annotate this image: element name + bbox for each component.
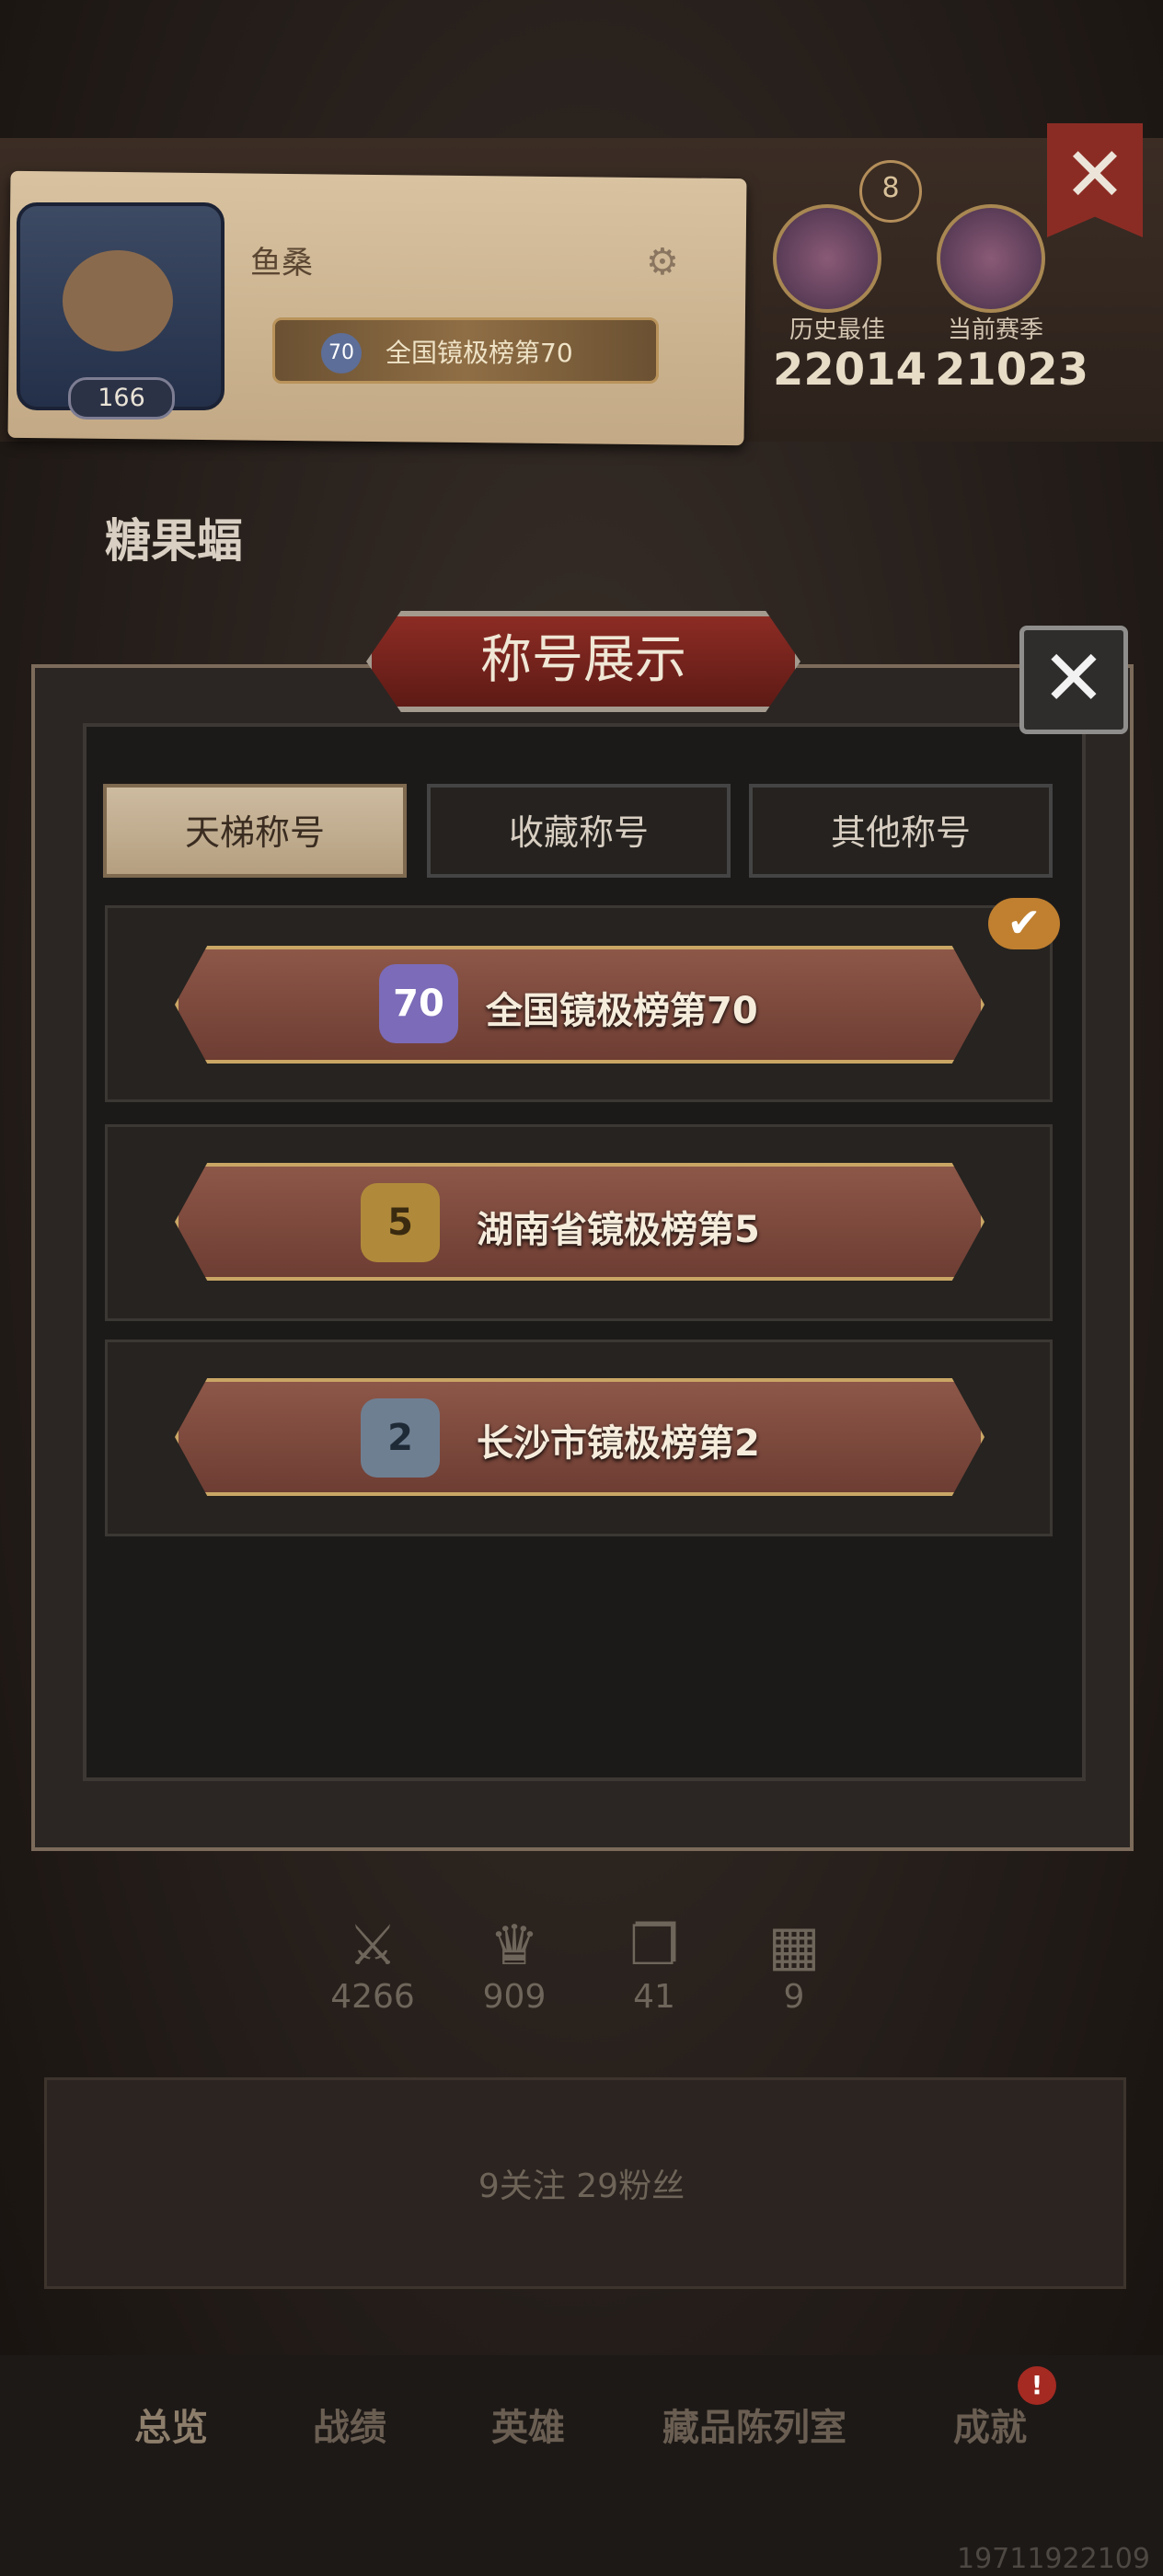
avatar-face (63, 250, 173, 351)
season-label: 当前赛季 (948, 316, 1044, 344)
tab-other-titles[interactable]: 其他称号 (749, 784, 1053, 878)
notification-badge: ! (1018, 2366, 1056, 2405)
title-text: 全国镜极榜第70 (486, 990, 758, 1032)
stat-value: 41 (633, 1978, 675, 2016)
user-id: 19711922109 (957, 2543, 1150, 2575)
modal-title: 称号展示 (366, 611, 800, 712)
crown-icon: ♛ (489, 1914, 539, 1978)
stat-value: 909 (482, 1978, 547, 2016)
stat-wins: ♛ 909 (455, 1914, 574, 2016)
rank-medal-icon: 2 (361, 1398, 440, 1478)
stat-battles: ⚔ 4266 (313, 1914, 432, 2016)
tab-ladder-titles[interactable]: 天梯称号 (103, 784, 407, 878)
stat-value: 4266 (330, 1978, 415, 2016)
nav-achievements[interactable]: 成就 (953, 2398, 1027, 2451)
equipped-title-badge[interactable]: 70 全国镜极榜第70 (272, 317, 659, 384)
stat-boards: ▦ 9 (734, 1914, 854, 2016)
gear-icon[interactable]: ⚙ (646, 241, 679, 283)
rank-tier-badge: 8 (859, 160, 922, 223)
title-text: 湖南省镜极榜第5 (477, 1209, 760, 1251)
username: 鱼桑 (250, 245, 313, 282)
equipped-title-text: 全国镜极榜第70 (386, 338, 573, 368)
season-value: 21023 (935, 344, 1088, 396)
avatar[interactable]: 166 (17, 202, 225, 420)
nickname: 糖果蝠 (105, 514, 243, 568)
stat-value: 9 (783, 1978, 805, 2016)
follow-stats[interactable]: 9关注 29粉丝 (0, 2159, 1163, 2207)
close-modal-button[interactable]: ✕ (1019, 626, 1128, 734)
board-icon: ▦ (767, 1914, 821, 1978)
rank-medal-icon: 5 (361, 1183, 440, 1262)
season-rank-icon (937, 204, 1045, 313)
close-icon: ✕ (1041, 633, 1107, 723)
tab-collection-titles[interactable]: 收藏称号 (427, 784, 731, 878)
card-icon: ❐ (629, 1914, 679, 1978)
nav-collection-room[interactable]: 藏品陈列室 (662, 2398, 846, 2451)
best-value: 22014 (773, 344, 927, 396)
title-text: 长沙市镜极榜第2 (477, 1422, 760, 1465)
title-rank-number: 70 (321, 333, 362, 374)
nav-heroes[interactable]: 英雄 (491, 2398, 565, 2451)
nav-records[interactable]: 战绩 (313, 2398, 386, 2451)
stat-cards: ❐ 41 (594, 1914, 714, 2016)
selected-check-icon: ✔ (988, 898, 1060, 949)
best-rank-icon (773, 204, 881, 313)
nav-overview[interactable]: 总览 (134, 2398, 208, 2451)
best-label: 历史最佳 (789, 316, 886, 344)
rank-medal-icon: 70 (379, 964, 458, 1043)
close-icon: ✕ (1063, 132, 1127, 219)
player-level: 166 (68, 377, 175, 420)
swords-icon: ⚔ (348, 1914, 397, 1978)
